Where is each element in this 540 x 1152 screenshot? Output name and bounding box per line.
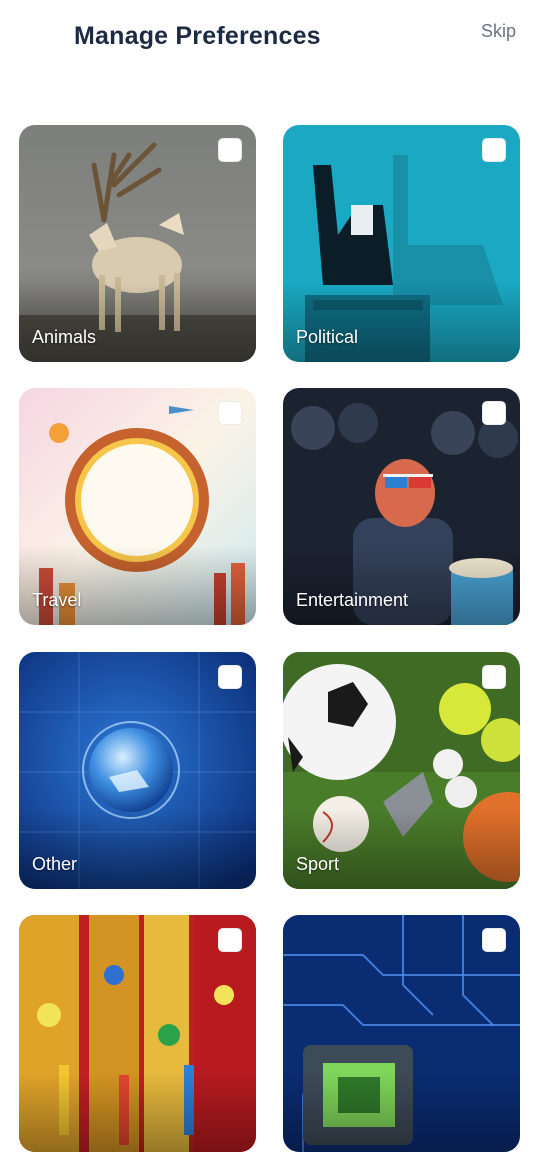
category-checkbox[interactable]: [218, 401, 242, 425]
category-checkbox[interactable]: [218, 138, 242, 162]
category-checkbox[interactable]: [218, 665, 242, 689]
category-card-travel[interactable]: Travel: [19, 388, 256, 625]
category-card-animals[interactable]: Animals: [19, 125, 256, 362]
category-label: Animals: [32, 327, 97, 347]
category-card-technology[interactable]: [283, 915, 520, 1152]
category-label: Travel: [32, 590, 82, 610]
preferences-grid: Animals Political Travel Entertainment O…: [0, 0, 540, 1152]
category-label: Other: [32, 854, 78, 874]
category-card-other[interactable]: Other: [19, 652, 256, 889]
category-card-culture[interactable]: [19, 915, 256, 1152]
category-card-political[interactable]: Political: [283, 125, 520, 362]
category-checkbox[interactable]: [482, 665, 506, 689]
category-checkbox[interactable]: [482, 138, 506, 162]
category-checkbox[interactable]: [482, 401, 506, 425]
category-label: Sport: [296, 854, 340, 874]
category-checkbox[interactable]: [218, 928, 242, 952]
category-checkbox[interactable]: [482, 928, 506, 952]
category-card-entertainment[interactable]: Entertainment: [283, 388, 520, 625]
category-card-sport[interactable]: Sport: [283, 652, 520, 889]
category-label: Entertainment: [296, 590, 409, 610]
category-label: Political: [296, 327, 359, 347]
